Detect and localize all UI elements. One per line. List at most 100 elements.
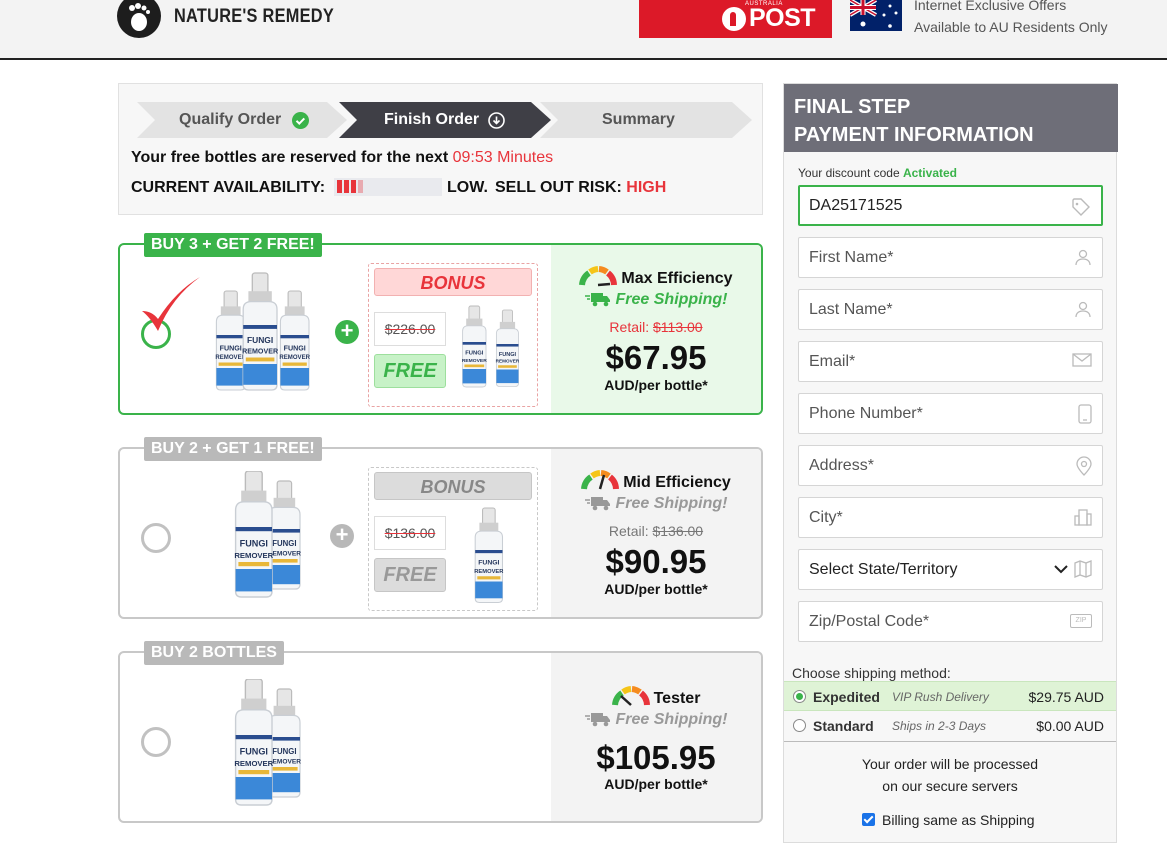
zip-placeholder: Zip/Postal Code* bbox=[809, 613, 930, 630]
last-name-field[interactable]: Last Name* bbox=[798, 289, 1103, 330]
site-header: NATURE'S REMEDY AUSTRALIA POST Internet … bbox=[0, 0, 1167, 60]
package-radio[interactable] bbox=[141, 727, 171, 757]
bottles-image: FUNGI REMOVER FUNGI REMOVER bbox=[234, 470, 301, 598]
svg-text:FUNGI: FUNGI bbox=[240, 747, 268, 757]
package-buy2-get1[interactable]: BUY 2 + GET 1 FREE! FUNGI REMOVER FUNGI … bbox=[118, 437, 763, 619]
svg-text:REMOVER: REMOVER bbox=[215, 355, 246, 361]
shipping-option-standard[interactable]: Standard Ships in 2-3 Days $0.00 AUD bbox=[784, 711, 1116, 741]
shipping-name: Standard bbox=[813, 718, 874, 734]
package-tag: BUY 3 + GET 2 FREE! bbox=[144, 233, 322, 257]
last-name-placeholder: Last Name* bbox=[809, 301, 893, 318]
truck-icon bbox=[584, 497, 610, 511]
bonus-free-label: FREE bbox=[374, 558, 446, 592]
billing-same-checkbox[interactable]: Billing same as Shipping bbox=[862, 812, 1035, 828]
package-radio[interactable] bbox=[141, 523, 171, 553]
bonus-old-price: $226.00 bbox=[374, 312, 446, 346]
bonus-box: BONUS $226.00 FREE FUNGI REMOVER FUNGI R… bbox=[368, 263, 538, 407]
form-title: FINAL STEP PAYMENT INFORMATION bbox=[784, 84, 1118, 152]
offer-text-line1: Internet Exclusive Offers bbox=[914, 0, 1067, 13]
svg-text:FUNGI: FUNGI bbox=[220, 344, 242, 352]
shipping-radio[interactable] bbox=[793, 719, 806, 732]
gauge-icon bbox=[611, 686, 650, 706]
brand-name: NATURE'S REMEDY bbox=[174, 6, 334, 27]
post-text: POST bbox=[749, 4, 816, 32]
step-label: Finish Order bbox=[384, 111, 480, 128]
plus-icon: + bbox=[335, 320, 359, 344]
step-qualify-order[interactable]: Qualify Order bbox=[137, 102, 347, 138]
city-field[interactable]: City* bbox=[798, 497, 1103, 538]
foot-logo-icon[interactable] bbox=[117, 0, 161, 38]
secure-message-line2: on our secure servers bbox=[882, 778, 1018, 794]
phone-icon bbox=[1078, 404, 1092, 424]
package-tag: BUY 2 + GET 1 FREE! bbox=[144, 437, 322, 461]
efficiency-text: Max Efficiency bbox=[621, 270, 733, 287]
availability-level: LOW. bbox=[447, 179, 488, 196]
free-shipping-label: Free Shipping! bbox=[551, 291, 761, 309]
city-placeholder: City* bbox=[809, 509, 843, 526]
risk-label: SELL OUT RISK: bbox=[495, 179, 622, 196]
bonus-old-price: $136.00 bbox=[374, 516, 446, 550]
payment-form-panel: FINAL STEP PAYMENT INFORMATION Your disc… bbox=[783, 83, 1118, 843]
package-price: $67.95 bbox=[605, 339, 707, 376]
svg-text:FUNGI: FUNGI bbox=[240, 539, 268, 549]
email-placeholder: Email* bbox=[809, 353, 856, 370]
australia-post-logo: AUSTRALIA POST bbox=[639, 0, 832, 38]
svg-text:REMOVER: REMOVER bbox=[234, 551, 273, 560]
discount-code-field[interactable]: DA25171525 bbox=[798, 185, 1103, 226]
first-name-field[interactable]: First Name* bbox=[798, 237, 1103, 278]
efficiency-label: Tester bbox=[551, 685, 761, 708]
shipping-radio[interactable] bbox=[793, 690, 806, 703]
product-bottles-2: FUNGI REMOVER FUNGI REMOVER bbox=[224, 678, 314, 820]
bottles-image: FUNGI REMOVER FUNGI REMOVER FUNGI REMOVE… bbox=[215, 272, 311, 391]
email-field[interactable]: Email* bbox=[798, 341, 1103, 382]
address-field[interactable]: Address* bbox=[798, 445, 1103, 486]
efficiency-text: Mid Efficiency bbox=[623, 474, 731, 491]
zip-field[interactable]: Zip/Postal Code* ZIP bbox=[798, 601, 1103, 642]
price-unit: AUD/per bottle* bbox=[604, 581, 708, 597]
bonus-box: BONUS $136.00 FREE FUNGI REMOVER bbox=[368, 467, 538, 611]
package-buy3-get2[interactable]: BUY 3 + GET 2 FREE! FUNGI REMOVER FUNGI … bbox=[118, 233, 763, 415]
discount-status: Activated bbox=[902, 166, 957, 180]
chevron-down-icon bbox=[1054, 565, 1068, 574]
retail-price: Retail: $136.00 bbox=[551, 523, 761, 539]
svg-text:FUNGI: FUNGI bbox=[272, 539, 296, 548]
risk-value: HIGH bbox=[626, 179, 667, 196]
package-buy2-bottles[interactable]: BUY 2 BOTTLES FUNGI REMOVER FUNGI REMOVE… bbox=[118, 641, 763, 823]
step-summary[interactable]: Summary bbox=[540, 102, 752, 138]
bonus-label: BONUS bbox=[374, 268, 532, 296]
phone-field[interactable]: Phone Number* bbox=[798, 393, 1103, 434]
availability-bar bbox=[334, 178, 442, 196]
svg-text:REMOVER: REMOVER bbox=[462, 358, 487, 364]
package-price: $90.95 bbox=[605, 543, 707, 580]
user-icon bbox=[1075, 301, 1091, 318]
step-finish-order[interactable]: Finish Order bbox=[339, 102, 551, 138]
svg-text:REMOVER: REMOVER bbox=[234, 759, 273, 768]
shipping-text: Free Shipping! bbox=[615, 495, 728, 512]
shipping-option-expedited[interactable]: Expedited VIP Rush Delivery $29.75 AUD bbox=[784, 681, 1116, 711]
plus-icon: + bbox=[330, 524, 354, 548]
bonus-free-label: FREE bbox=[374, 354, 446, 388]
reserve-text: Your free bottles are reserved for the n… bbox=[131, 149, 453, 166]
state-select[interactable]: Select State/Territory bbox=[798, 549, 1103, 590]
shipping-name: Expedited bbox=[813, 689, 880, 705]
price-unit: AUD/per bottle* bbox=[604, 377, 708, 393]
post-p-icon bbox=[722, 7, 746, 31]
efficiency-text: Tester bbox=[653, 690, 701, 707]
truck-icon bbox=[584, 293, 610, 307]
checkbox-checked[interactable] bbox=[862, 813, 875, 826]
countdown-timer: 09:53 Minutes bbox=[452, 149, 554, 166]
price-unit: AUD/per bottle* bbox=[604, 776, 708, 792]
price-panel: Mid Efficiency Free Shipping! Retail: $1… bbox=[551, 449, 761, 617]
zip-icon: ZIP bbox=[1070, 614, 1092, 628]
efficiency-label: Max Efficiency bbox=[551, 265, 761, 288]
first-name-placeholder: First Name* bbox=[809, 249, 894, 266]
retail-label: Retail: bbox=[609, 319, 653, 335]
phone-placeholder: Phone Number* bbox=[809, 405, 923, 422]
retail-value: $113.00 bbox=[653, 319, 703, 335]
shipping-method-title: Choose shipping method: bbox=[792, 665, 951, 681]
svg-text:REMOVER: REMOVER bbox=[279, 355, 310, 361]
svg-text:FUNGI: FUNGI bbox=[465, 351, 484, 357]
envelope-icon bbox=[1072, 353, 1092, 367]
discount-code-value: DA25171525 bbox=[809, 197, 903, 214]
reserve-message: Your free bottles are reserved for the n… bbox=[131, 149, 553, 167]
